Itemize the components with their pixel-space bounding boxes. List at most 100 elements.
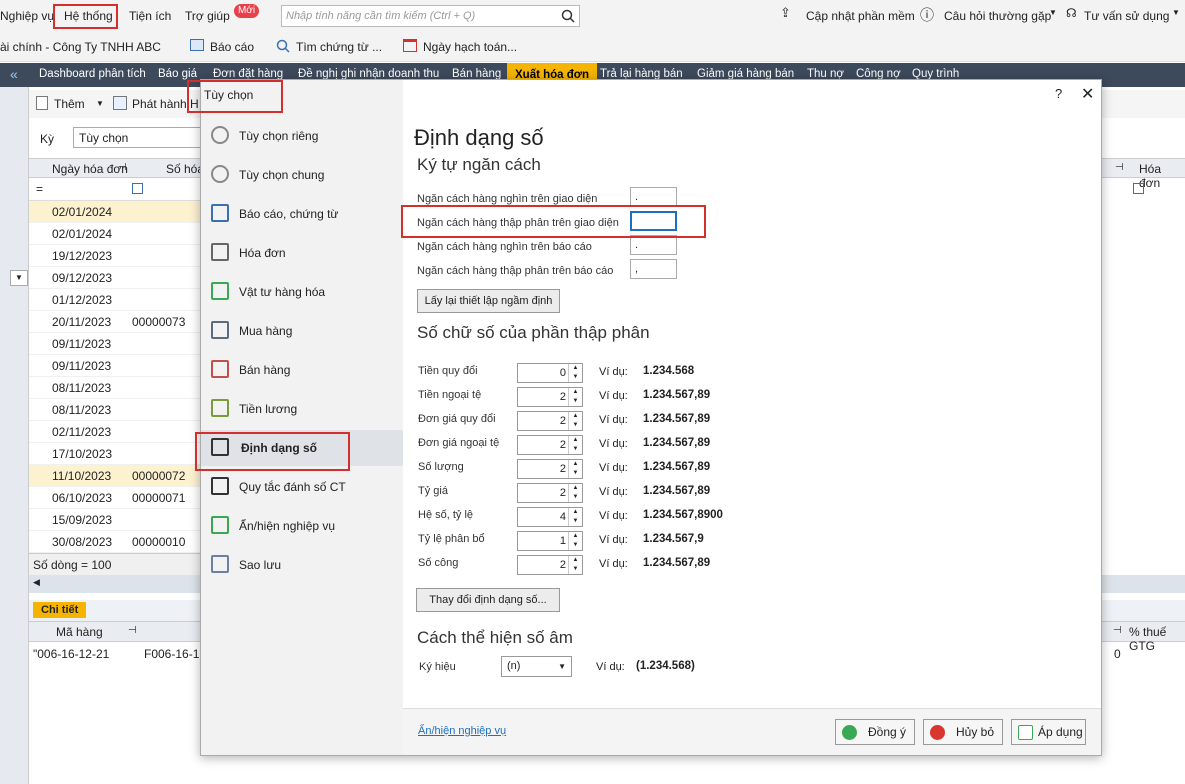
menu-tro-giup[interactable]: Trợ giúp	[185, 9, 230, 23]
numbering-icon	[211, 477, 229, 495]
report-button[interactable]: Báo cáo	[210, 40, 254, 54]
nav-item-11[interactable]: Sao lưu	[211, 547, 401, 583]
stepper-arrows-icon[interactable]: ▲ ▼	[568, 484, 582, 502]
invoice-date: 15/09/2023	[52, 513, 113, 527]
add-button[interactable]: Thêm	[54, 97, 85, 111]
stepper-arrows-icon[interactable]: ▲ ▼	[568, 460, 582, 478]
decimal-stepper[interactable]: 0 ▲ ▼	[517, 363, 583, 383]
find-document-button[interactable]: Tìm chứng từ ...	[296, 40, 382, 54]
nav-item-7[interactable]: Tiền lương	[211, 391, 401, 427]
cancel-button[interactable]: Hủy bỏ	[923, 719, 1003, 745]
tab-bao-gia[interactable]: Báo giá	[158, 68, 197, 80]
nav-item-5[interactable]: Mua hàng	[211, 313, 401, 349]
database-icon	[211, 555, 229, 573]
pin-icon[interactable]: ⊣	[1115, 162, 1124, 173]
ok-button[interactable]: Đồng ý	[835, 719, 915, 745]
menu-tien-ich[interactable]: Tiện ích	[129, 9, 171, 23]
invoice-date: 02/01/2024	[52, 227, 113, 241]
toggle-business-link[interactable]: Ẩn/hiện nghiệp vụ	[418, 725, 506, 737]
col-invoice-date[interactable]: Ngày hóa đơn	[52, 162, 128, 176]
invoice-date: 08/11/2023	[52, 403, 112, 417]
change-format-button[interactable]: Thay đổi định dạng số...	[416, 588, 560, 612]
decimal-stepper[interactable]: 2 ▲ ▼	[517, 387, 583, 407]
example-label: Ví dụ:	[599, 390, 628, 402]
nav-item-0[interactable]: Tùy chọn riêng	[211, 118, 401, 154]
separator-input[interactable]: .	[630, 235, 677, 255]
nav-label: Báo cáo, chứng từ	[239, 207, 339, 221]
apply-button[interactable]: Áp dụng	[1011, 719, 1086, 745]
nav-item-6[interactable]: Bán hàng	[211, 352, 401, 388]
decimal-stepper[interactable]: 1 ▲ ▼	[517, 531, 583, 551]
period-select[interactable]: Tùy chọn	[73, 127, 203, 148]
close-button[interactable]: ✕	[1081, 84, 1094, 104]
stepper-arrows-icon[interactable]: ▲ ▼	[568, 436, 582, 454]
separator-label: Ngăn cách hàng nghìn trên báo cáo	[417, 241, 592, 253]
filter-box-icon[interactable]	[1133, 183, 1144, 194]
chevron-down-icon: ▼	[558, 662, 566, 671]
filter-box-icon[interactable]	[132, 183, 143, 194]
equals-filter-icon[interactable]: =	[36, 182, 43, 196]
nav-item-4[interactable]: Vật tư hàng hóa	[211, 274, 401, 310]
stepper-arrows-icon[interactable]: ▲ ▼	[568, 556, 582, 574]
nav-item-3[interactable]: Hóa đơn	[211, 235, 401, 271]
nav-label: Tùy chọn chung	[239, 168, 325, 182]
nav-item-10[interactable]: Ẩn/hiện nghiệp vụ	[211, 508, 401, 544]
stepper-arrows-icon[interactable]: ▲ ▼	[568, 364, 582, 382]
negative-heading: Cách thể hiện số âm	[417, 628, 573, 647]
decimal-example: 1.234.567,89	[643, 413, 711, 425]
decimal-label: Số công	[418, 557, 459, 569]
negative-example: (1.234.568)	[636, 660, 695, 672]
col-item-code[interactable]: Mã hàng	[56, 625, 103, 639]
search-icon	[276, 39, 290, 53]
nav-item-9[interactable]: Quy tắc đánh số CT	[211, 469, 401, 505]
tab-dashboard[interactable]: Dashboard phân tích	[39, 68, 146, 80]
stepper-arrows-icon[interactable]: ▲ ▼	[568, 412, 582, 430]
nav-label: Tùy chọn riêng	[239, 129, 319, 143]
decimal-stepper[interactable]: 2 ▲ ▼	[517, 411, 583, 431]
search-icon[interactable]	[561, 9, 575, 23]
nav-label: Hóa đơn	[239, 246, 286, 260]
reset-defaults-button[interactable]: Lấy lại thiết lập ngầm định	[417, 289, 560, 313]
invoice-date: 09/11/2023	[52, 337, 112, 351]
menu-nghiep-vu[interactable]: Nghiệp vụ	[0, 9, 54, 23]
check-icon	[842, 725, 857, 740]
pin-icon[interactable]: ⊣	[1113, 625, 1122, 636]
tab-chi-tiet[interactable]: Chi tiết	[33, 602, 87, 618]
decimal-stepper[interactable]: 2 ▲ ▼	[517, 555, 583, 575]
nav-item-2[interactable]: Báo cáo, chứng từ	[211, 196, 401, 232]
help-button[interactable]: ?	[1055, 86, 1062, 101]
separator-input[interactable]: ,	[630, 259, 677, 279]
stepper-arrows-icon[interactable]: ▲ ▼	[568, 508, 582, 526]
update-icon[interactable]: ⇪	[780, 5, 791, 21]
negative-symbol-select[interactable]: (n) ▼	[501, 656, 572, 677]
update-software-link[interactable]: Cập nhật phần mềm	[806, 9, 915, 23]
chevron-down-icon[interactable]: ▼	[96, 99, 104, 108]
stepper-arrows-icon[interactable]: ▲ ▼	[568, 388, 582, 406]
decimal-stepper[interactable]: 2 ▲ ▼	[517, 483, 583, 503]
decimal-label: Đơn giá quy đổi	[418, 413, 496, 425]
collapse-icon[interactable]: «	[10, 66, 18, 82]
faq-link[interactable]: Câu hỏi thường gặp	[944, 9, 1051, 23]
pin-icon[interactable]: ⊣	[118, 162, 127, 173]
chevron-down-icon[interactable]: ▼	[1172, 8, 1180, 17]
chevron-down-icon[interactable]: ▼	[1049, 8, 1057, 17]
panel-heading: Định dạng số	[414, 125, 544, 150]
decimal-stepper[interactable]: 4 ▲ ▼	[517, 507, 583, 527]
checklist-icon	[211, 516, 229, 534]
wallet-icon	[211, 399, 229, 417]
separator-input[interactable]: .	[630, 187, 677, 207]
col-invoice-no[interactable]: Số hóa	[166, 162, 204, 176]
decimal-stepper[interactable]: 2 ▲ ▼	[517, 435, 583, 455]
posting-date-button[interactable]: Ngày hạch toán...	[423, 40, 517, 54]
consult-link[interactable]: Tư vấn sử dụng	[1084, 9, 1169, 23]
separator-heading: Ký tự ngăn cách	[417, 155, 541, 174]
scroll-left-icon[interactable]: ◀	[33, 577, 40, 588]
stepper-arrows-icon[interactable]: ▲ ▼	[568, 532, 582, 550]
decimal-heading: Số chữ số của phần thập phân	[417, 323, 650, 342]
pin-icon[interactable]: ⊣	[128, 625, 137, 636]
dropdown-arrow-icon[interactable]: ▼	[10, 270, 28, 286]
feature-search-input[interactable]: Nhập tính năng cần tìm kiếm (Ctrl + Q)	[281, 5, 580, 27]
nav-item-1[interactable]: Tùy chọn chung	[211, 157, 401, 193]
col-invoice[interactable]: Hóa đơn	[1139, 162, 1185, 190]
decimal-stepper[interactable]: 2 ▲ ▼	[517, 459, 583, 479]
